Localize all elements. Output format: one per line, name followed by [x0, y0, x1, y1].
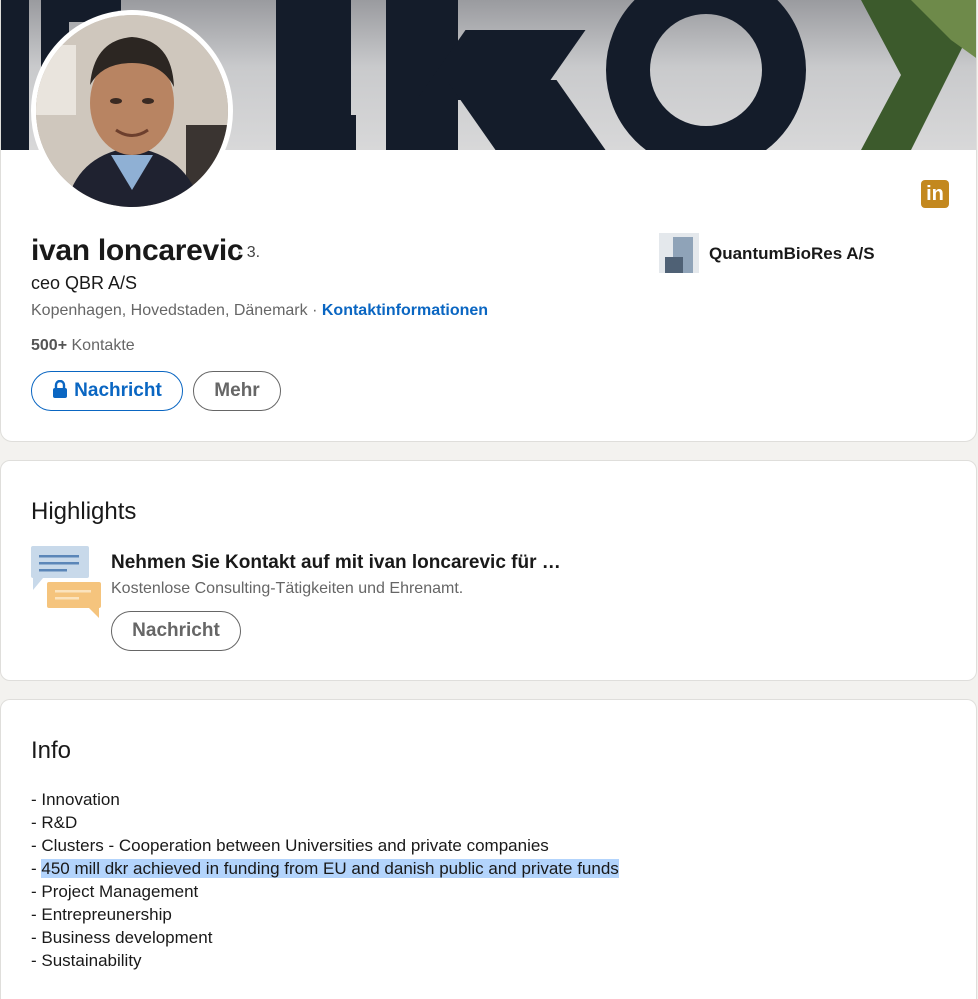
connection-degree: · 3.	[237, 244, 261, 261]
section-title-highlights: Highlights	[31, 498, 137, 525]
section-title-info: Info	[31, 737, 72, 764]
info-list: - Innovation - R&D - Clusters - Cooperat…	[31, 788, 619, 972]
profile-top-card: in ivan loncarevic · 3. ceo QBR A/S Kope…	[0, 0, 977, 442]
info-line: - Clusters - Cooperation between Univers…	[31, 836, 549, 855]
selected-text[interactable]: 450 mill dkr achieved in funding from EU…	[41, 859, 619, 878]
info-line: - Business development	[31, 928, 213, 947]
message-button[interactable]: Nachricht	[31, 371, 183, 411]
linkedin-icon[interactable]: in	[921, 180, 949, 208]
current-company-link[interactable]: QuantumBioRes A/S	[709, 244, 875, 264]
highlight-item-title: Nehmen Sie Kontakt auf mit ivan loncarev…	[111, 552, 561, 573]
location-text: Kopenhagen, Hovedstaden, Dänemark	[31, 302, 308, 319]
contact-info-link[interactable]: Kontaktinformationen	[322, 302, 488, 319]
more-button[interactable]: Mehr	[193, 371, 281, 411]
info-line: - R&D	[31, 813, 78, 832]
message-button-label: Nachricht	[74, 380, 162, 401]
company-logo-icon[interactable]	[659, 233, 699, 273]
profile-name: ivan loncarevic	[31, 234, 244, 267]
separator: ·	[307, 302, 322, 319]
connections-label: Kontakte	[71, 337, 135, 354]
info-line: - Sustainability	[31, 951, 142, 970]
profile-avatar-frame[interactable]	[31, 10, 233, 212]
highlights-section: Highlights Nehmen Sie Kontakt auf mit iv…	[0, 460, 977, 681]
avatar[interactable]	[36, 15, 228, 207]
chat-bubbles-icon	[31, 546, 101, 618]
info-section: Info - Innovation - R&D - Clusters - Coo…	[0, 699, 977, 999]
connections-number: 500+	[31, 337, 68, 354]
highlight-message-button[interactable]: Nachricht	[111, 611, 241, 651]
info-line: - 450 mill dkr achieved in funding from …	[31, 857, 619, 880]
info-line: - Innovation	[31, 790, 120, 809]
info-line: - Entrepreunership	[31, 905, 172, 924]
connections-count: 500+ Kontakte	[31, 337, 135, 355]
profile-headline: ceo QBR A/S	[31, 273, 138, 293]
highlight-item-subtitle: Kostenlose Consulting-Tätigkeiten und Eh…	[111, 580, 464, 597]
info-line-prefix: -	[31, 859, 42, 878]
info-line: - Project Management	[31, 882, 199, 901]
location-line: Kopenhagen, Hovedstaden, Dänemark · Kont…	[31, 302, 488, 320]
lock-icon	[53, 380, 68, 398]
